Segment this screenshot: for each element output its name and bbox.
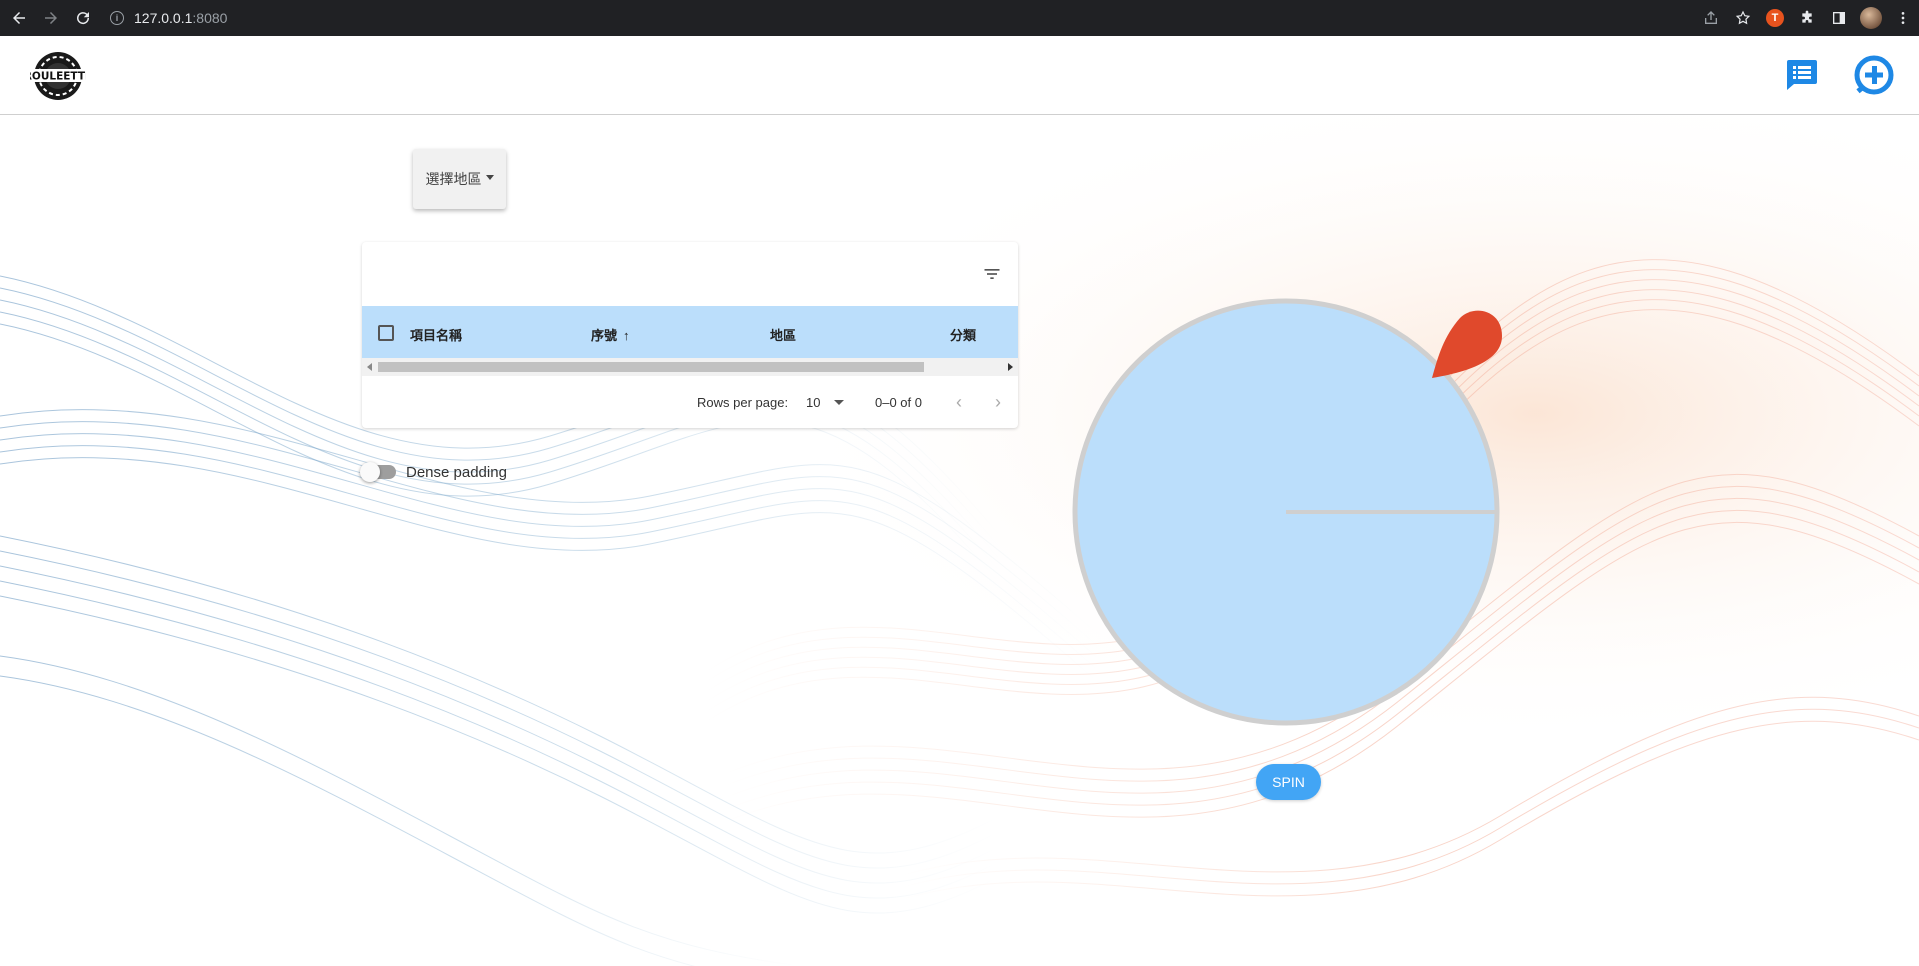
scroll-left-arrow-icon[interactable] bbox=[367, 363, 372, 371]
logo-text: ROULEETTE bbox=[30, 71, 86, 83]
share-button[interactable] bbox=[1695, 0, 1727, 36]
browser-toolbar: i 127.0.0.1:8080 T bbox=[0, 0, 1919, 36]
add-circle-icon bbox=[1854, 55, 1894, 95]
dense-padding-label: Dense padding bbox=[406, 463, 507, 481]
side-panel-icon bbox=[1833, 12, 1845, 24]
previous-page-button[interactable]: ‹ bbox=[947, 390, 971, 414]
extension-badge-icon: T bbox=[1766, 9, 1784, 27]
roulette-logo-icon: ROULEETTE bbox=[24, 52, 92, 100]
pagination-range: 0–0 of 0 bbox=[875, 395, 922, 410]
chevron-right-icon: › bbox=[995, 391, 1001, 412]
url-port: :8080 bbox=[192, 10, 228, 26]
table-pagination: Rows per page: 10 0–0 of 0 ‹ › bbox=[362, 376, 1018, 428]
column-header-label: 序號 bbox=[591, 328, 618, 343]
region-select-label: 選擇地區 bbox=[425, 171, 482, 187]
sort-arrow-up-icon: ↑ bbox=[623, 328, 630, 343]
table-header-row: 項目名稱 序號 ↑ 地區 分類 bbox=[362, 306, 1018, 358]
horizontal-scrollbar[interactable] bbox=[362, 358, 1018, 376]
rows-per-page-value: 10 bbox=[806, 395, 821, 410]
browser-actions: T bbox=[1695, 0, 1919, 36]
bookmark-button[interactable] bbox=[1727, 0, 1759, 36]
scroll-right-arrow-icon[interactable] bbox=[1008, 363, 1013, 371]
profile-button[interactable] bbox=[1855, 0, 1887, 36]
column-header-label: 地區 bbox=[770, 328, 797, 343]
switch-thumb bbox=[360, 462, 380, 482]
arrow-left-icon bbox=[13, 12, 25, 24]
side-panel-button[interactable] bbox=[1823, 0, 1855, 36]
items-table-card: 項目名稱 序號 ↑ 地區 分類 Rows per page: 10 0–0 of … bbox=[362, 242, 1018, 428]
select-all-checkbox[interactable] bbox=[378, 325, 394, 341]
add-item-button[interactable] bbox=[1853, 54, 1895, 96]
url-host: 127.0.0.1 bbox=[134, 10, 193, 26]
share-icon bbox=[1705, 11, 1717, 24]
dense-padding-toggle[interactable]: Dense padding bbox=[360, 462, 507, 482]
arrow-right-icon bbox=[45, 12, 57, 24]
column-header-label: 項目名稱 bbox=[410, 328, 463, 343]
reload-button[interactable] bbox=[70, 5, 96, 31]
dense-padding-switch[interactable] bbox=[360, 462, 396, 482]
rows-per-page-label: Rows per page: bbox=[697, 395, 789, 410]
region-select-button[interactable]: 選擇地區 bbox=[413, 149, 506, 209]
puzzle-icon bbox=[1802, 10, 1812, 23]
filter-list-icon bbox=[984, 269, 1000, 279]
column-header-category[interactable]: 分類 bbox=[950, 325, 976, 344]
address-bar[interactable]: i 127.0.0.1:8080 bbox=[110, 5, 227, 31]
column-header-region[interactable]: 地區 bbox=[770, 325, 796, 344]
wheel-pointer-icon bbox=[1432, 310, 1502, 378]
column-header-serial[interactable]: 序號 ↑ bbox=[591, 325, 630, 344]
rows-per-page-select[interactable]: 10 bbox=[806, 395, 845, 410]
next-page-button[interactable]: › bbox=[986, 390, 1010, 414]
spin-button-label: SPIN bbox=[1272, 774, 1305, 790]
list-button[interactable] bbox=[1780, 54, 1822, 96]
dropdown-caret-icon bbox=[834, 400, 845, 405]
app-logo[interactable]: ROULEETTE bbox=[24, 50, 92, 102]
spin-button[interactable]: SPIN bbox=[1256, 764, 1321, 800]
back-button[interactable] bbox=[6, 5, 32, 31]
chat-list-icon bbox=[1787, 60, 1817, 90]
filter-button[interactable] bbox=[980, 262, 1004, 286]
extensions-menu-button[interactable] bbox=[1791, 0, 1823, 36]
scrollbar-thumb[interactable] bbox=[378, 362, 924, 372]
forward-button[interactable] bbox=[38, 5, 64, 31]
dropdown-caret-icon bbox=[485, 174, 494, 180]
column-header-item-name[interactable]: 項目名稱 bbox=[410, 325, 462, 344]
star-icon bbox=[1735, 10, 1751, 25]
site-info-icon[interactable]: i bbox=[110, 11, 124, 25]
more-vert-icon bbox=[1901, 12, 1905, 24]
reload-icon bbox=[77, 12, 90, 25]
app-header: ROULEETTE bbox=[0, 36, 1919, 115]
chevron-left-icon: ‹ bbox=[956, 391, 962, 412]
extension-button[interactable]: T bbox=[1759, 0, 1791, 36]
avatar bbox=[1860, 7, 1882, 29]
browser-menu-button[interactable] bbox=[1887, 0, 1919, 36]
column-header-label: 分類 bbox=[950, 328, 977, 343]
